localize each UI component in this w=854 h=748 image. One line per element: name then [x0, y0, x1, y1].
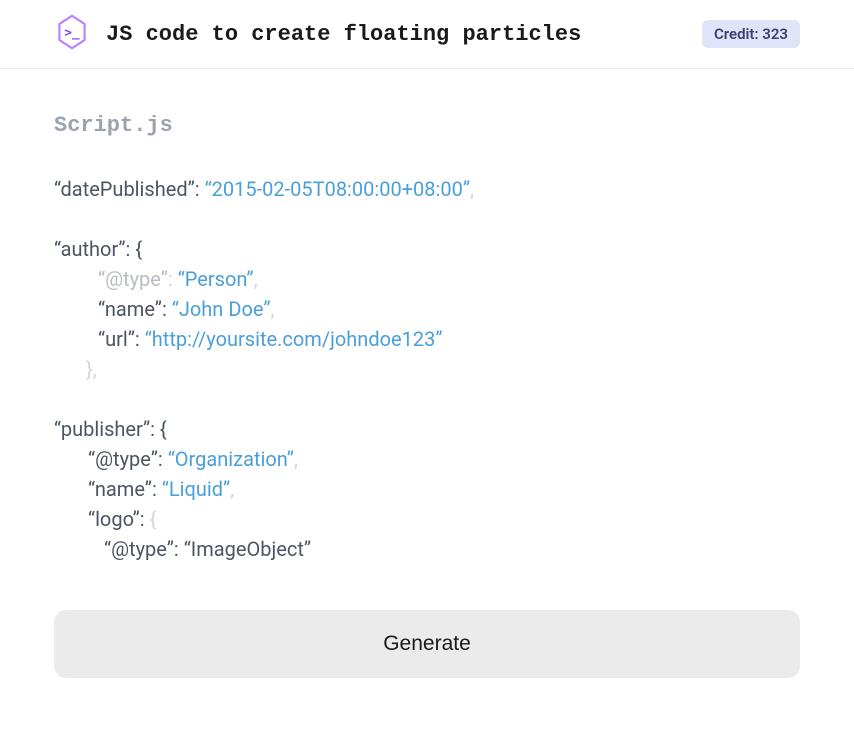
main-content: Script.js “datePublished”: “2015-02-05T0…: [0, 113, 854, 678]
code-value: “John Doe”: [172, 297, 271, 321]
code-value: “Organization”: [168, 447, 294, 471]
code-value: “Person”: [178, 267, 254, 291]
code-key: “@type”: [98, 267, 168, 291]
code-value: “2015-02-05T08:00:00+08:00”: [205, 177, 470, 201]
code-key: “name”: [98, 297, 162, 321]
code-key: “name”: [88, 477, 152, 501]
code-section-publisher: “publisher”: { “@type”: “Organization”, …: [54, 414, 800, 564]
file-title: Script.js: [54, 113, 800, 138]
code-key: “datePublished”: [54, 177, 195, 201]
header: >_ JS code to create floating particles …: [0, 0, 854, 69]
code-section-author: “author”: { “@type”: “Person”, “name”: “…: [54, 234, 800, 384]
generate-button[interactable]: Generate: [54, 610, 800, 678]
code-value: “http://yoursite.com/johndoe123”: [145, 327, 443, 351]
code-key: “@type”: [88, 447, 158, 471]
code-key: “@type”: [104, 537, 174, 561]
page-title: JS code to create floating particles: [106, 22, 686, 47]
code-key: “url”: [98, 327, 135, 351]
code-key: “author”: [54, 237, 126, 261]
svg-text:>_: >_: [64, 25, 80, 41]
code-key: “publisher”: [54, 417, 150, 441]
code-section-date: “datePublished”: “2015-02-05T08:00:00+08…: [54, 174, 800, 204]
code-block: “datePublished”: “2015-02-05T08:00:00+08…: [54, 174, 800, 564]
code-value: “ImageObject”: [184, 537, 311, 561]
credit-badge: Credit: 323: [702, 20, 800, 48]
app-logo-icon: >_: [54, 14, 90, 54]
code-key: “logo”: [88, 507, 140, 531]
code-value: “Liquid”: [162, 477, 230, 501]
